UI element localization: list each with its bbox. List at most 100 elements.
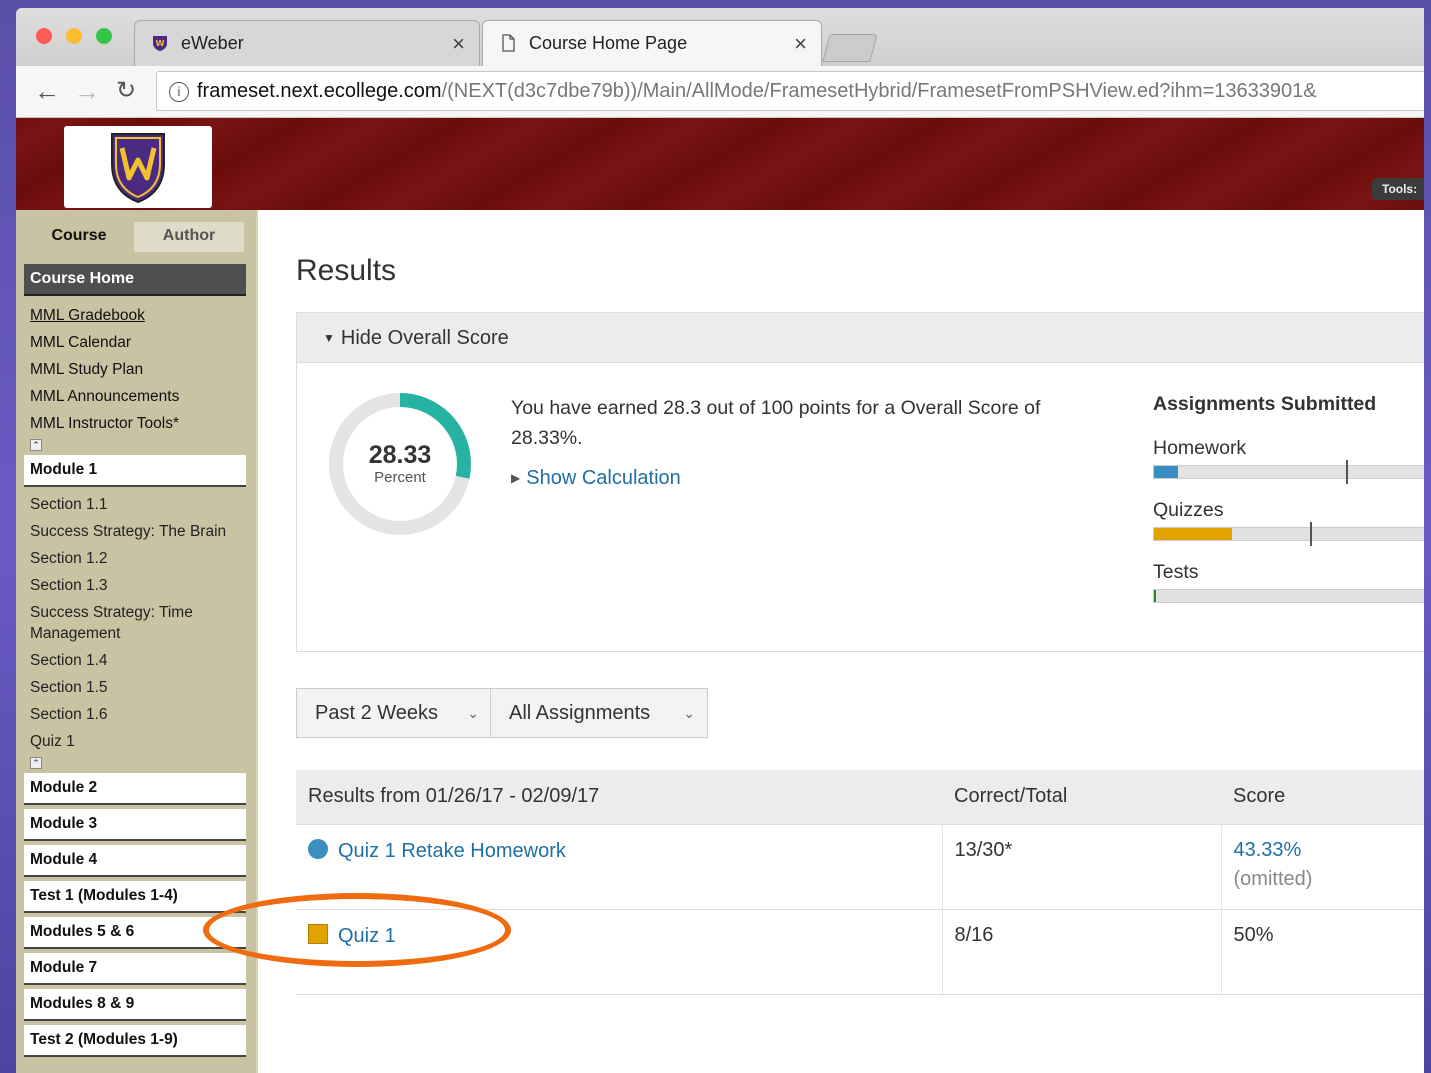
chevron-down-icon: ⌄: [467, 705, 479, 721]
earned-summary: You have earned 28.3 out of 100 points f…: [511, 397, 1041, 449]
sidebar-module-2[interactable]: Module 2: [24, 773, 246, 805]
sidebar-link-mml-calendar[interactable]: MML Calendar: [30, 329, 254, 356]
period-filter-value: Past 2 Weeks: [315, 702, 439, 724]
page-icon: [502, 34, 515, 52]
weber-logo[interactable]: [64, 126, 212, 208]
sidebar-item-section-1-1[interactable]: Section 1.1: [24, 491, 254, 518]
assignment-type-filter-value: All Assignments: [509, 702, 651, 724]
table-row: Quiz 1 Retake Homework 13/30* 43.33% (om…: [296, 824, 1425, 910]
homework-progress-bar: [1153, 460, 1424, 484]
url-path: /(NEXT(d3c7dbe79b))/Main/AllMode/Framese…: [441, 80, 1317, 102]
site-header: Tools:: [16, 118, 1424, 210]
score-value: 28.33: [368, 441, 432, 469]
chevron-down-icon: ⌄: [683, 705, 695, 721]
collapse-icon[interactable]: ⌃: [30, 439, 42, 451]
tab-eweber[interactable]: W eWeber ×: [134, 20, 480, 66]
results-table: Results from 01/26/17 - 02/09/17 Correct…: [296, 770, 1424, 995]
column-header-results: Results from 01/26/17 - 02/09/17: [296, 770, 942, 825]
mml-links: MML Gradebook MML Calendar MML Study Pla…: [24, 296, 254, 451]
score-note: (omitted): [1233, 867, 1313, 890]
homework-dot-icon: [308, 838, 328, 859]
sidebar-link-mml-announcements[interactable]: MML Announcements: [30, 383, 254, 410]
score-cell: 43.33% (omitted): [1220, 824, 1425, 910]
sidebar-item-section-1-4[interactable]: Section 1.4: [24, 647, 254, 674]
show-calculation-label: Show Calculation: [526, 467, 681, 489]
back-arrow-icon[interactable]: ←: [34, 76, 60, 107]
quizzes-label: Quizzes: [1153, 499, 1224, 521]
column-header-score: Score: [1221, 770, 1424, 825]
sidebar-test-1[interactable]: Test 1 (Modules 1-4): [24, 881, 246, 913]
sidebar-item-quiz-1[interactable]: Quiz 1: [24, 728, 254, 755]
address-bar[interactable]: i frameset.next.ecollege.com/(NEXT(d3c7db…: [156, 71, 1424, 111]
sidebar-module-3[interactable]: Module 3: [24, 809, 246, 841]
close-tab-icon[interactable]: ×: [452, 31, 465, 57]
tests-label: Tests: [1153, 561, 1199, 583]
course-sidebar: Course Author Course Home MML Gradebook …: [16, 210, 256, 1073]
page-title: Results: [296, 254, 397, 287]
sidebar-item-success-strategy-time[interactable]: Success Strategy: Time Management: [24, 599, 224, 647]
tools-button[interactable]: Tools:: [1372, 178, 1424, 200]
assignment-cell: Quiz 1 Retake Homework: [296, 824, 942, 910]
correct-total-cell: 13/30*: [941, 824, 1221, 910]
sidebar-item-section-1-5[interactable]: Section 1.5: [24, 674, 254, 701]
reload-icon[interactable]: ↻: [116, 76, 136, 105]
info-icon[interactable]: i: [169, 82, 189, 102]
sidebar-item-section-1-6[interactable]: Section 1.6: [24, 701, 254, 728]
sidebar-item-course-home[interactable]: Course Home: [24, 264, 246, 296]
assignment-link-quiz-1-retake-homework[interactable]: Quiz 1 Retake Homework: [338, 840, 566, 862]
quizzes-progress-fill: [1154, 528, 1232, 540]
collapse-icon[interactable]: ⌃: [30, 757, 42, 769]
sidebar-item-section-1-3[interactable]: Section 1.3: [24, 572, 254, 599]
minimize-window-button[interactable]: [66, 28, 82, 44]
show-calculation-link[interactable]: ▶ Show Calculation: [511, 467, 681, 490]
sidebar-module-4[interactable]: Module 4: [24, 845, 246, 877]
browser-window: W eWeber × Course Home Page × ← → ↻ i fra…: [16, 8, 1424, 1073]
tests-progress-fill: [1154, 590, 1156, 602]
hide-overall-score-toggle[interactable]: ▼ Hide Overall Score: [297, 313, 1424, 363]
tab-bar: W eWeber × Course Home Page ×: [16, 8, 1424, 66]
caret-down-icon: ▼: [323, 331, 335, 345]
sidebar-modules-5-6[interactable]: Modules 5 & 6: [24, 917, 246, 949]
tests-progress-bar: [1153, 589, 1424, 603]
homework-progress-fill: [1154, 466, 1178, 478]
sidebar-module-1[interactable]: Module 1: [24, 455, 246, 487]
score-cell: 50%: [1220, 909, 1424, 995]
forward-arrow-icon[interactable]: →: [74, 76, 100, 107]
sidebar-link-mml-gradebook[interactable]: MML Gradebook: [30, 302, 254, 329]
url-host: frameset.next.ecollege.com: [197, 80, 442, 102]
quiz-square-icon: [308, 923, 328, 944]
tab-course-home[interactable]: Course Home Page ×: [482, 20, 822, 66]
column-header-correct-total: Correct/Total: [942, 770, 1221, 825]
new-tab-button[interactable]: [822, 34, 878, 62]
homework-label: Homework: [1153, 437, 1247, 459]
tab-title: eWeber: [181, 33, 244, 53]
browser-toolbar: ← → ↻ i frameset.next.ecollege.com/(NEXT(…: [16, 66, 1424, 118]
sidebar-test-2[interactable]: Test 2 (Modules 1-9): [24, 1025, 246, 1057]
assignment-link-quiz-1[interactable]: Quiz 1: [338, 925, 396, 947]
sidebar-modules-8-9[interactable]: Modules 8 & 9: [24, 989, 246, 1021]
assignment-type-filter-select[interactable]: All Assignments ⌄: [490, 688, 708, 738]
svg-text:W: W: [156, 39, 165, 48]
homework-target-marker: [1346, 460, 1348, 484]
table-header-row: Results from 01/26/17 - 02/09/17 Correct…: [296, 770, 1424, 825]
sidebar-link-mml-instructor-tools[interactable]: MML Instructor Tools*: [30, 410, 254, 437]
quizzes-progress-bar: [1153, 522, 1424, 546]
close-window-button[interactable]: [36, 28, 52, 44]
overall-score-panel: ▼ Hide Overall Score 28.33 Percent You ha…: [296, 312, 1424, 652]
score-link[interactable]: 43.33%: [1234, 839, 1425, 862]
table-row: Quiz 1 8/16 50%: [296, 909, 1424, 995]
tab-course[interactable]: Course: [24, 222, 134, 252]
period-filter-select[interactable]: Past 2 Weeks ⌄: [296, 688, 492, 738]
sidebar-item-success-strategy-brain[interactable]: Success Strategy: The Brain: [24, 518, 254, 545]
sidebar-module-7[interactable]: Module 7: [24, 953, 246, 985]
main-content: Results ▼ Hide Overall Score 28.33 Percen…: [258, 210, 1424, 1073]
caret-right-icon: ▶: [511, 471, 521, 485]
sidebar-item-section-1-2[interactable]: Section 1.2: [24, 545, 254, 572]
maximize-window-button[interactable]: [96, 28, 112, 44]
tab-author[interactable]: Author: [134, 222, 244, 252]
toggle-label: Hide Overall Score: [340, 327, 509, 349]
close-tab-icon[interactable]: ×: [794, 31, 807, 57]
weber-shield-logo-icon: [111, 133, 165, 204]
sidebar-link-mml-study-plan[interactable]: MML Study Plan: [30, 356, 254, 383]
assignments-submitted-title: Assignments Submitted: [1153, 393, 1377, 415]
